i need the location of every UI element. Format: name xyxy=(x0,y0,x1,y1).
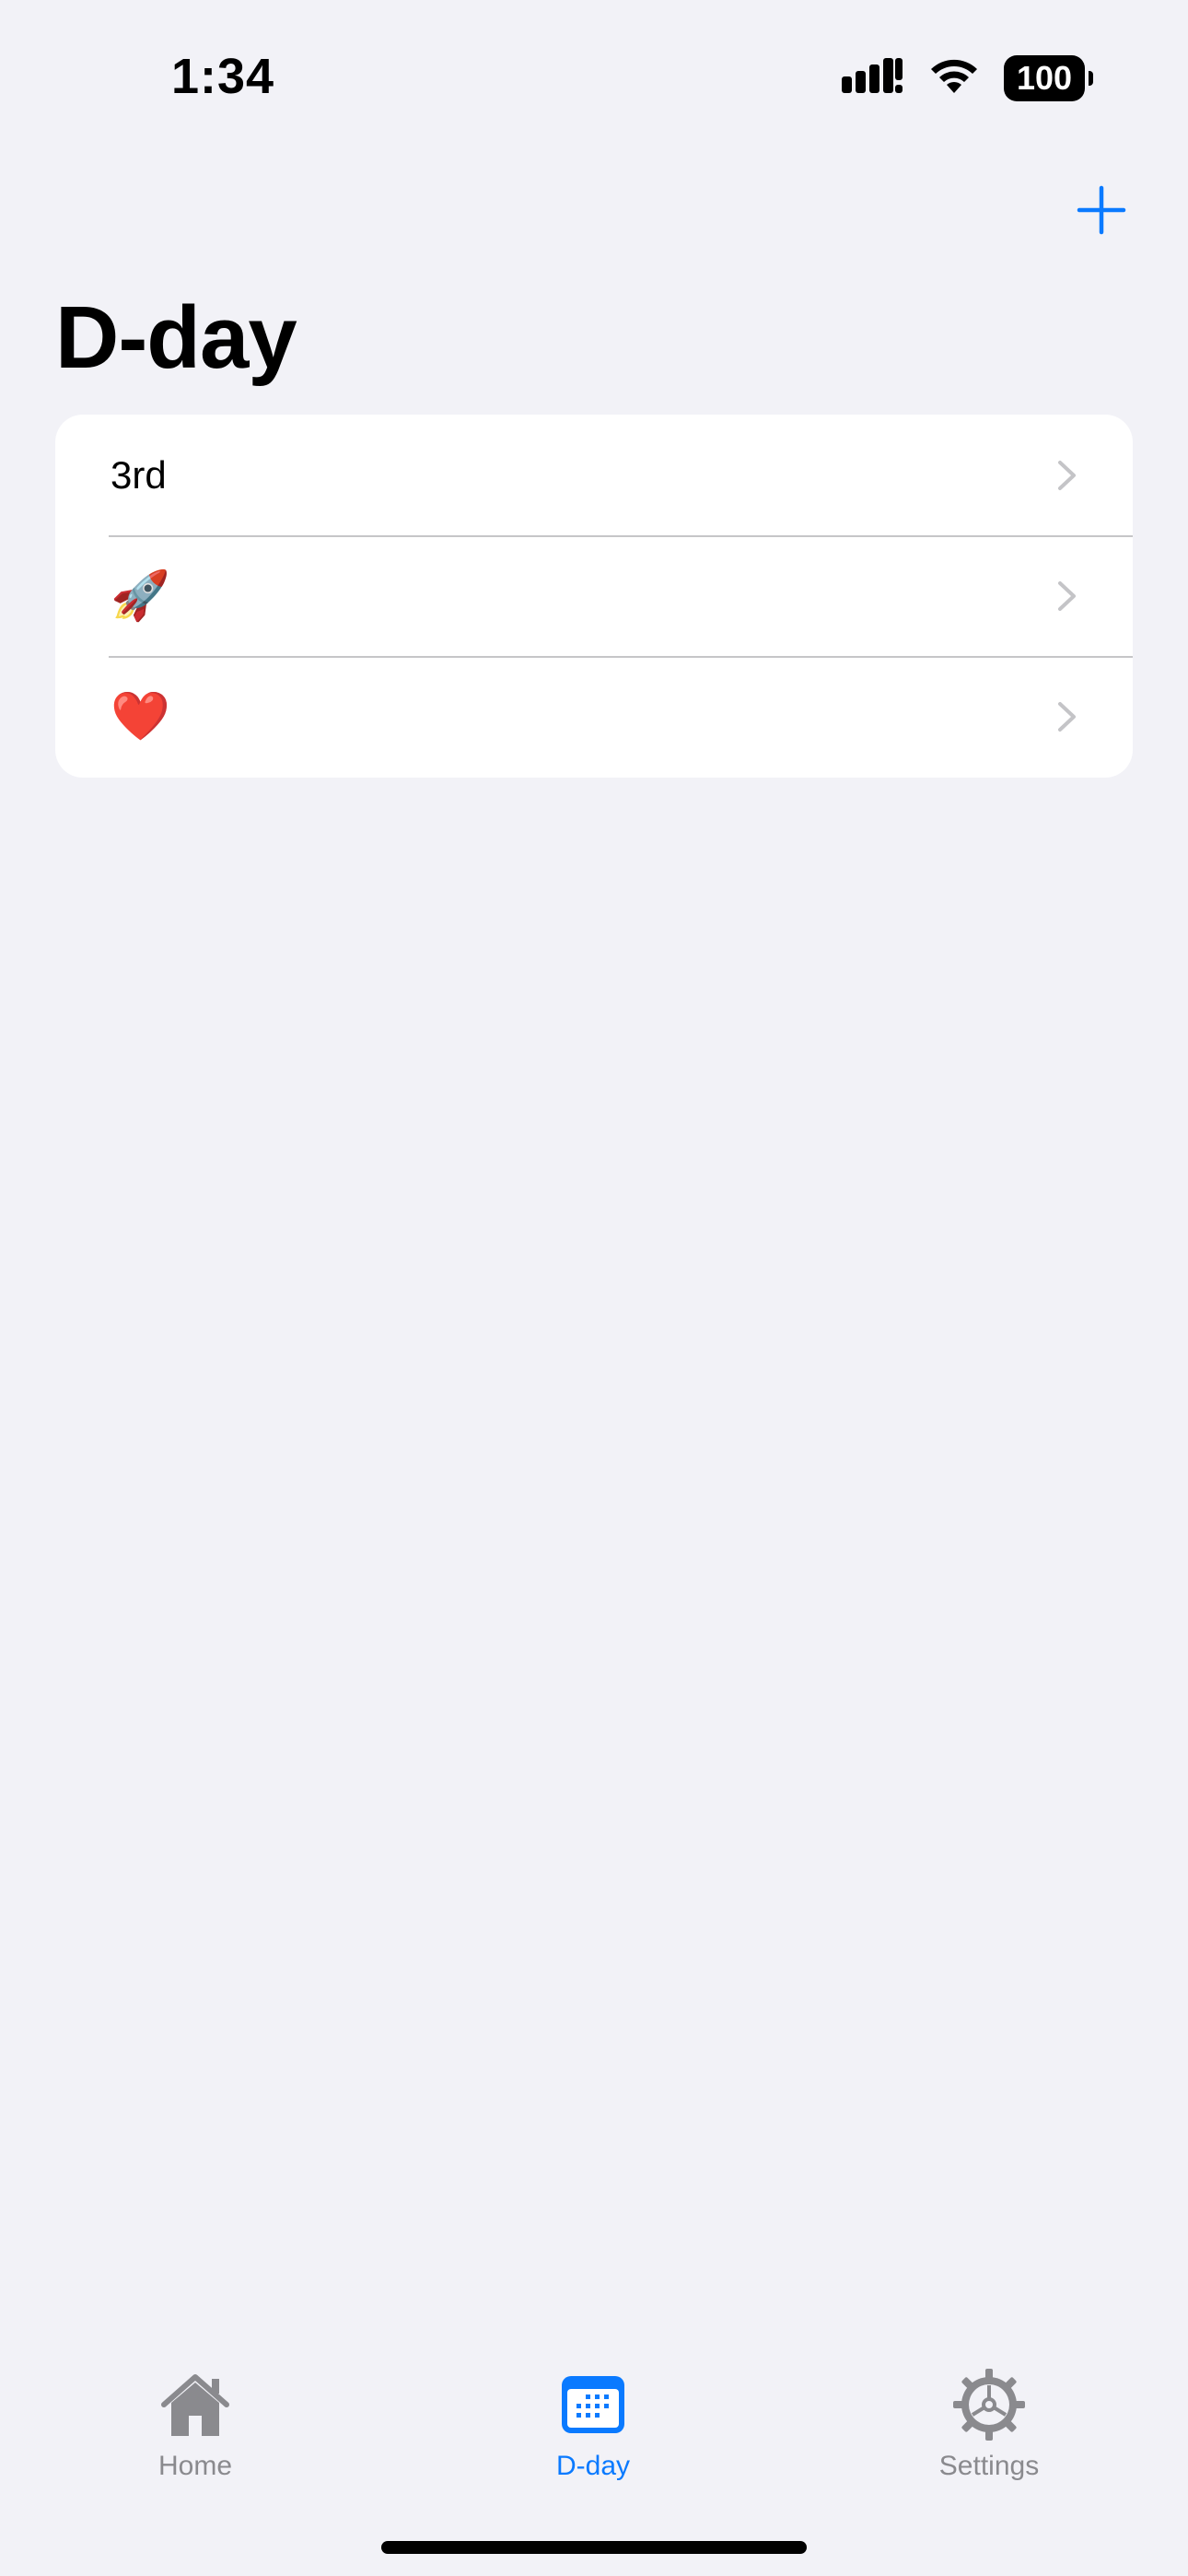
list-item[interactable]: 🚀 xyxy=(55,535,1133,656)
tab-label: Settings xyxy=(938,2451,1040,2481)
list-item[interactable]: ❤️ xyxy=(55,656,1133,777)
battery-level: 100 xyxy=(1016,59,1073,97)
add-dday-button[interactable] xyxy=(1070,179,1133,241)
chevron-right-icon xyxy=(1058,460,1076,490)
status-bar: 1:34 100 xyxy=(0,0,1188,157)
battery-icon: 100 xyxy=(1004,55,1093,101)
list-item-label: 3rd xyxy=(111,452,167,497)
house-icon xyxy=(157,2366,234,2443)
list-item[interactable]: 3rd xyxy=(55,415,1133,535)
tab-label: D-day xyxy=(555,2451,631,2481)
tab-home[interactable]: Home xyxy=(76,2366,315,2482)
calendar-icon xyxy=(554,2366,632,2443)
plus-icon xyxy=(1077,185,1126,235)
chevron-right-icon xyxy=(1058,701,1076,732)
list-item-label: 🚀 xyxy=(111,568,170,623)
chevron-right-icon xyxy=(1058,580,1076,611)
tab-settings[interactable]: Settings xyxy=(869,2366,1109,2482)
gear-icon xyxy=(950,2366,1028,2443)
tab-dday[interactable]: D-day xyxy=(473,2366,713,2482)
home-indicator xyxy=(381,2541,807,2554)
status-time: 1:34 xyxy=(171,49,275,104)
tab-label: Home xyxy=(157,2451,233,2481)
dday-list: 3rd 🚀 ❤️ xyxy=(55,415,1133,778)
cellular-signal-icon xyxy=(842,56,904,101)
list-item-label: ❤️ xyxy=(111,689,170,744)
page-title: D-day xyxy=(55,288,297,387)
status-icons: 100 xyxy=(842,55,1093,101)
wifi-icon xyxy=(926,56,982,101)
